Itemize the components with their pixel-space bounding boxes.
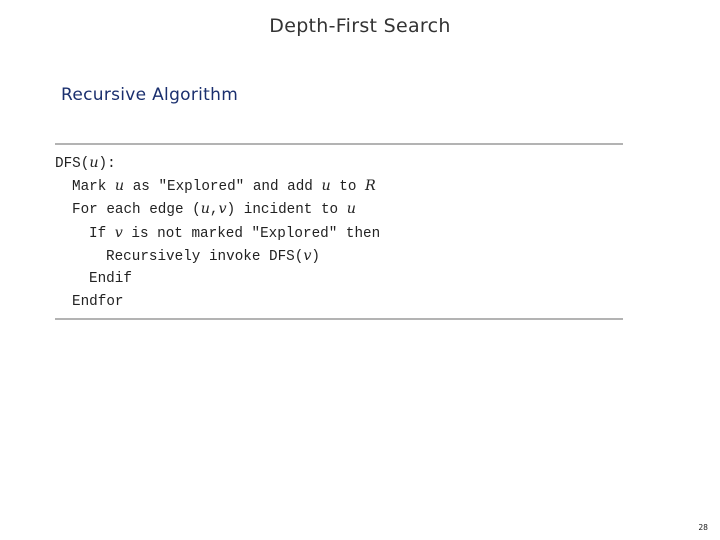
pseudocode-text: is not marked "Explored" then <box>122 225 381 242</box>
pseudocode-text: ) <box>311 248 321 265</box>
algorithm-pseudocode: DFS(u): Mark u as "Explored" and add u to… <box>55 152 380 314</box>
algorithm-bottom-rule <box>55 318 623 320</box>
pseudocode-line: DFS(u): <box>55 152 380 175</box>
pseudocode-text: to <box>330 179 366 196</box>
pseudocode-line: Endif <box>55 268 380 291</box>
pseudocode-variable: u <box>346 201 356 218</box>
pseudocode-variable: u <box>114 178 125 195</box>
pseudocode-text: For each edge ( <box>72 202 201 219</box>
pseudocode-text: ) incident to <box>226 202 347 219</box>
pseudocode-text: If <box>89 225 115 242</box>
algorithm-top-rule <box>55 143 623 145</box>
pseudocode-line: Recursively invoke DFS(v) <box>55 245 380 268</box>
pseudocode-variable: v <box>114 224 123 241</box>
slide-subtitle: Recursive Algorithm <box>61 85 239 105</box>
pseudocode-line: For each edge (u,v) incident to u <box>55 198 380 221</box>
pseudocode-text: Endfor <box>72 294 124 311</box>
pseudocode-text: as "Explored" and add <box>124 179 322 196</box>
pseudocode-variable: v <box>218 201 227 218</box>
pseudocode-text: , <box>209 202 219 219</box>
pseudocode-variable: u <box>200 201 210 218</box>
pseudocode-text: Recursively invoke DFS( <box>106 248 304 265</box>
page-number: 28 <box>698 523 708 532</box>
pseudocode-variable: u <box>321 178 331 195</box>
pseudocode-line: If v is not marked "Explored" then <box>55 222 380 245</box>
pseudocode-variable: u <box>89 155 99 171</box>
pseudocode-text: Endif <box>89 270 132 287</box>
pseudocode-text: ): <box>98 156 116 172</box>
pseudocode-line: Mark u as "Explored" and add u to R <box>55 175 380 198</box>
slide-title: Depth-First Search <box>269 15 451 37</box>
pseudocode-text: Mark <box>72 179 115 196</box>
pseudocode-text: DFS( <box>55 156 90 172</box>
pseudocode-line: Endfor <box>55 291 380 314</box>
pseudocode-variable: R <box>365 178 376 195</box>
